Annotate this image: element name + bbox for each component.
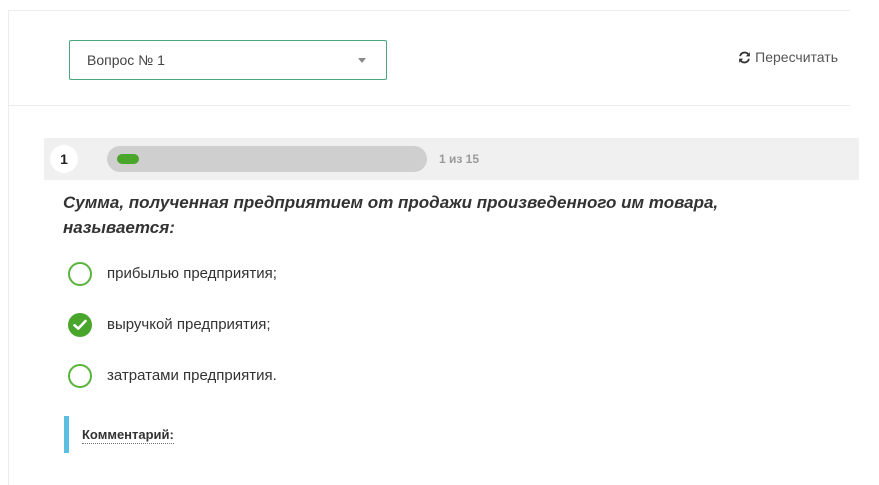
answer-label: затратами предприятия. — [107, 367, 277, 384]
header-divider — [8, 105, 850, 106]
radio-empty-icon[interactable] — [68, 364, 92, 388]
answer-option-3[interactable]: затратами предприятия. — [68, 364, 768, 388]
answer-label: выручкой предприятия; — [107, 316, 271, 333]
quiz-page: Вопрос № 1 Пересчитать 1 1 из 15 Сумма, … — [0, 0, 879, 485]
answer-option-2[interactable]: выручкой предприятия; — [68, 313, 768, 337]
answer-list: прибылью предприятия; выручкой предприят… — [68, 262, 768, 415]
progress-bar — [107, 146, 427, 172]
radio-empty-icon[interactable] — [68, 262, 92, 286]
refresh-icon — [739, 51, 751, 63]
comment-label[interactable]: Комментарий: — [82, 427, 174, 444]
caret-down-icon — [358, 58, 366, 63]
quiz-header: Вопрос № 1 Пересчитать — [8, 11, 850, 105]
progress-text: 1 из 15 — [439, 152, 480, 166]
recalculate-button[interactable]: Пересчитать — [738, 49, 838, 65]
comment-block: Комментарий: — [64, 416, 364, 453]
answer-option-1[interactable]: прибылью предприятия; — [68, 262, 768, 286]
question-text: Сумма, полученная предприятием от продаж… — [63, 193, 719, 237]
progress-strip: 1 1 из 15 — [44, 138, 859, 180]
progress-bar-fill — [117, 154, 139, 164]
answer-label: прибылью предприятия; — [107, 265, 277, 282]
comment-accent-bar — [64, 416, 69, 453]
question-number-badge: 1 — [50, 145, 78, 173]
question-select[interactable]: Вопрос № 1 — [69, 40, 387, 80]
question-select-value: Вопрос № 1 — [87, 52, 165, 68]
check-circle-icon[interactable] — [68, 313, 92, 337]
recalculate-label: Пересчитать — [755, 49, 838, 65]
